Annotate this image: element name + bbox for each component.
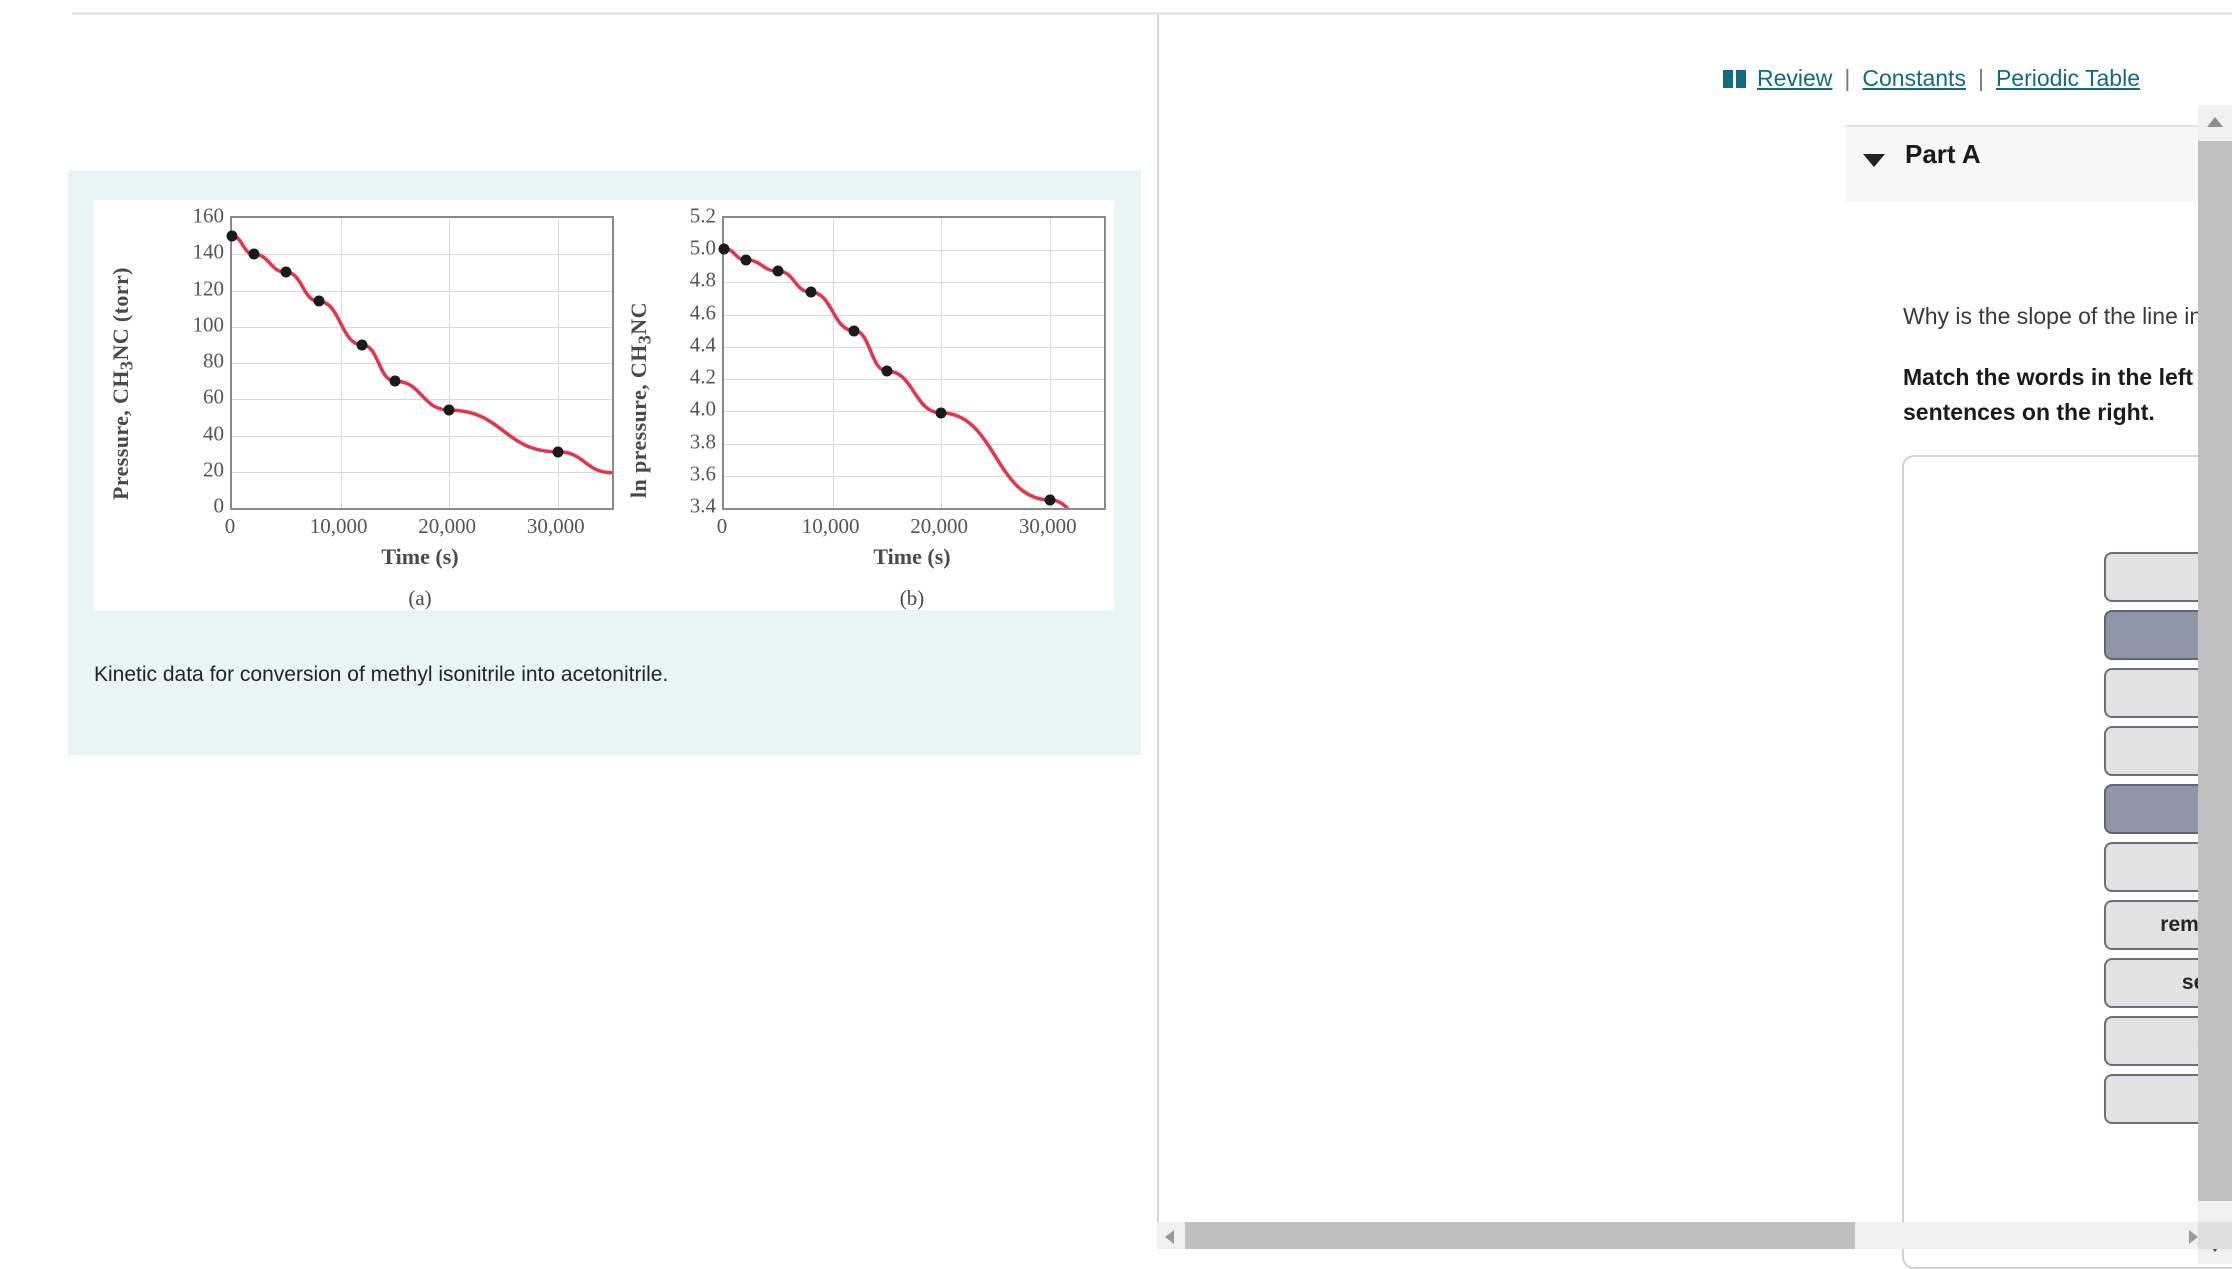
chart-a-xtick: 10,000: [309, 514, 368, 538]
instruction-text: Match the words in the left column to th…: [1903, 364, 2232, 425]
link-separator-1: |: [1844, 65, 1851, 91]
chart-a-xtick: 0: [224, 514, 236, 538]
chart-b-ytick: 5.2: [689, 203, 716, 228]
data-point: [356, 339, 368, 351]
chart-b-ytick: 3.6: [689, 461, 716, 486]
answer-card: negativepositive−kkremains the samesecon…: [1902, 455, 2232, 1269]
vertical-scrollbar-thumb[interactable]: [2198, 141, 2232, 1201]
data-point: [881, 365, 893, 377]
link-separator-2: |: [1977, 65, 1984, 91]
chart-a-ytick: 40: [203, 421, 224, 445]
chart-b-series-line: [724, 246, 1070, 508]
chart-b-xlabel: Time (s): [873, 544, 951, 569]
data-point: [718, 243, 730, 255]
data-point: [772, 265, 784, 277]
chart-b-ytick: 4.8: [689, 267, 716, 292]
data-point: [280, 266, 292, 278]
chart-b-ytick: 4.6: [689, 300, 716, 325]
data-point: [935, 407, 947, 419]
data-point: [848, 325, 860, 337]
data-point: [443, 404, 455, 416]
data-point: [226, 230, 238, 242]
chart-a-ytick: 80: [203, 348, 224, 373]
data-point: [740, 254, 752, 266]
part-a-header[interactable]: [1845, 125, 2232, 202]
chart-b-ytick: 4.4: [689, 332, 716, 357]
chart-a-ylabel: Pressure, CH3NC (torr): [108, 267, 137, 500]
chart-b-ytick: 3.8: [689, 429, 716, 454]
review-link[interactable]: Review: [1757, 65, 1832, 91]
chart-a-ytick: 60: [203, 384, 224, 409]
part-a-title: Part A: [1905, 139, 1981, 169]
chart-b: ln pressure, CH3NC Time (s) (b) 3.4 3.6 3.…: [622, 200, 1112, 610]
data-point: [1044, 494, 1056, 506]
chart-a-ytick: 100: [192, 312, 225, 337]
data-point: [552, 446, 564, 458]
chart-a-plot-area: [226, 216, 614, 510]
chart-b-subfigure-label: (b): [899, 586, 925, 610]
chart-a-xlabel: Time (s): [381, 544, 459, 569]
chart-a-xtick: 20,000: [418, 514, 477, 538]
chart-b-ytick: 4.2: [689, 364, 716, 389]
chart-b-xtick: 30,000: [1018, 514, 1077, 538]
data-point: [248, 248, 260, 260]
chart-a-series-line: [232, 234, 612, 475]
data-point: [389, 375, 401, 387]
caret-left-icon[interactable]: [1165, 1230, 1174, 1244]
figure-caption: Kinetic data for conversion of methyl is…: [94, 663, 669, 686]
chart-a-ytick: 160: [192, 203, 225, 228]
chart-b-xtick: 20,000: [910, 514, 969, 538]
caret-up-icon[interactable]: [2207, 117, 2223, 127]
chart-b-ytick: 4.0: [689, 396, 716, 421]
tool-links: Review | Constants | Periodic Table: [1722, 65, 2144, 95]
chart-b-xtick: 10,000: [801, 514, 860, 538]
horizontal-scrollbar[interactable]: [1157, 1222, 2232, 1249]
chart-b-plot-area: [718, 216, 1106, 510]
data-point: [313, 295, 325, 307]
chevron-down-icon[interactable]: [1863, 154, 1885, 167]
chart-a-ytick: 20: [203, 457, 224, 482]
chart-b-ytick: 3.4: [689, 493, 716, 518]
vertical-scrollbar[interactable]: [2198, 105, 2232, 1264]
figure-image: Pressure, CH3NC (torr) Time (s) (a) 0 20 4…: [94, 200, 1114, 610]
constants-link[interactable]: Constants: [1862, 65, 1966, 91]
chart-a-ytick: 120: [192, 276, 225, 300]
chart-a-xtick: 30,000: [526, 514, 585, 538]
figure-pane: Pressure, CH3NC (torr) Time (s) (a) 0 20 4…: [68, 170, 1141, 755]
chart-a-subfigure-label: (a): [408, 586, 432, 610]
right-pane: Review | Constants | Periodic Table Part A W…: [1157, 15, 2232, 1269]
periodic-table-link[interactable]: Periodic Table: [1996, 65, 2140, 91]
caret-right-icon[interactable]: [2189, 1230, 2198, 1244]
data-point: [805, 286, 817, 298]
chart-a: Pressure, CH3NC (torr) Time (s) (a) 0 20 4…: [102, 200, 614, 610]
scrollbar-corner: [2198, 1222, 2232, 1249]
book-icon: [1722, 68, 1747, 95]
chart-a-ytick: 140: [192, 239, 225, 264]
chart-b-xtick: 0: [716, 514, 728, 538]
horizontal-scrollbar-thumb[interactable]: [1185, 1222, 1855, 1249]
chart-b-ytick: 5.0: [689, 235, 716, 260]
chart-a-ytick: 0: [213, 493, 225, 518]
question-text: Why is the slope of the line in part (b)…: [1903, 303, 2232, 329]
